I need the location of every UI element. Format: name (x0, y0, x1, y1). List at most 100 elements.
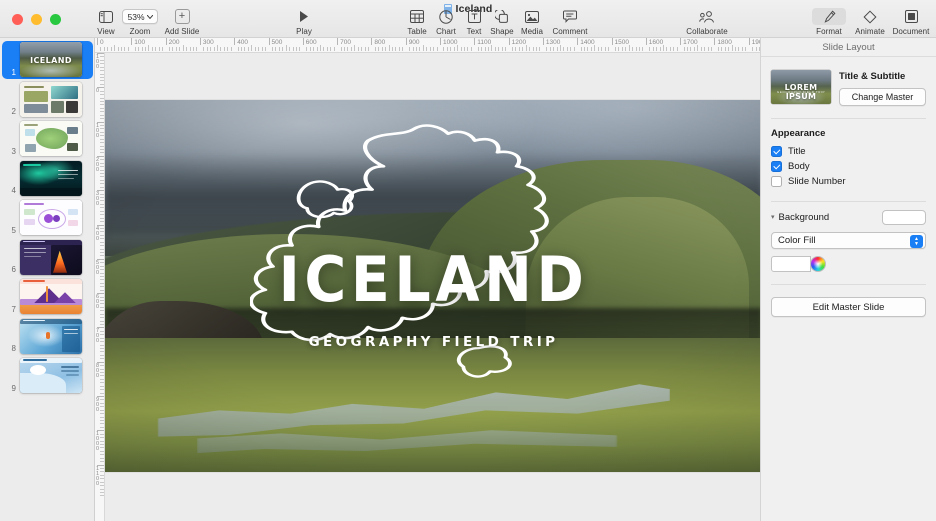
ruler-subtick (745, 47, 747, 51)
slide-thumbnail-image[interactable] (20, 200, 82, 236)
ruler-subtick (210, 47, 212, 51)
vertical-ruler[interactable]: 1 0 001 0 02 0 03 0 04 0 05 0 06 0 07 0 … (95, 53, 105, 521)
ruler-subtick (100, 330, 104, 332)
change-master-button[interactable]: Change Master (839, 88, 926, 106)
slide-thumbnail-8[interactable]: 8 (0, 317, 94, 357)
horizontal-ruler[interactable]: 0 100 200 300 400 500 600 700 800 900 1000 1100 1200… (95, 38, 760, 53)
ruler-subtick (556, 47, 558, 51)
ruler-subtick (429, 47, 431, 51)
ruler-subtick (566, 47, 568, 51)
appearance-option-body[interactable]: Body (761, 159, 936, 174)
ruler-subtick (213, 47, 215, 51)
slide-number-checkbox[interactable] (771, 176, 782, 187)
slide-thumbnail-4[interactable]: 4 (0, 159, 94, 199)
slide-thumbnail-2[interactable]: 2 (0, 80, 94, 120)
ruler-subtick (100, 221, 104, 223)
toolbar-zoom-control[interactable]: 53% Zoom (118, 8, 162, 36)
ruler-subtick (710, 47, 712, 51)
ruler-subtick (100, 296, 104, 298)
ruler-subtick (97, 121, 104, 123)
slide-thumbnail-3[interactable]: 3 (0, 119, 94, 159)
slide-thumbnail-image[interactable]: ICELAND (20, 42, 82, 78)
toolbar-document-button[interactable]: Document (889, 8, 933, 36)
slide-number-label: 8 (11, 344, 16, 353)
ruler-subtick (100, 485, 104, 487)
slide-navigator[interactable]: 1 ICELAND 2 3 4 5 6 7 8 9 (0, 38, 95, 521)
slide-thumbnail-image[interactable] (20, 160, 82, 196)
ruler-subtick (100, 334, 104, 336)
slide-thumbnail-7[interactable]: 7 (0, 277, 94, 317)
ruler-subtick (97, 396, 104, 397)
ruler-subtick (361, 47, 363, 51)
slide-thumbnail-image[interactable] (20, 279, 82, 315)
ruler-subtick (100, 248, 104, 250)
edit-master-slide-button[interactable]: Edit Master Slide (771, 297, 926, 317)
ruler-subtick (244, 47, 246, 51)
ruler-subtick (100, 282, 104, 284)
ruler-subtick (295, 47, 297, 51)
background-fill-type-select[interactable]: Color Fill ▲ ▼ (771, 232, 926, 249)
slide-thumbnail-6[interactable]: 6 (0, 238, 94, 278)
appearance-option-title[interactable]: Title (761, 144, 936, 159)
ruler-subtick (100, 317, 104, 319)
zoom-pill[interactable]: 53% (122, 9, 158, 24)
ruler-subtick (333, 47, 335, 51)
slide-canvas[interactable]: ICELAND GEOGRAPHY FIELD TRIP (105, 53, 760, 521)
background-color-swatch[interactable] (771, 256, 811, 272)
slide-editor[interactable]: ICELAND GEOGRAPHY FIELD TRIP (105, 100, 760, 472)
ruler-subtick (237, 47, 239, 51)
ruler-subtick (704, 47, 706, 51)
title-checkbox[interactable] (771, 146, 782, 157)
slide-thumbnail-image[interactable] (20, 121, 82, 157)
ruler-subtick (100, 111, 104, 113)
appearance-option-slide-number[interactable]: Slide Number (761, 174, 936, 189)
ruler-subtick (100, 104, 104, 106)
slide-thumbnail-image[interactable] (20, 81, 82, 117)
ruler-subtick (738, 47, 740, 51)
body-checkbox[interactable] (771, 161, 782, 172)
slide-thumbnail-image[interactable] (20, 358, 82, 394)
toolbar-format-button[interactable]: Format (807, 8, 851, 36)
slide-title-text[interactable]: ICELAND (131, 248, 735, 311)
slide-thumbnail-5[interactable]: 5 (0, 198, 94, 238)
title-checkbox-label: Title (788, 146, 806, 157)
ruler-subtick (597, 47, 599, 51)
ruler-subtick (100, 251, 104, 253)
background-preview-swatch[interactable] (882, 210, 926, 225)
ruler-tick-label: 400 (237, 39, 249, 46)
ruler-subtick (100, 323, 104, 325)
slide-thumbnail-image[interactable] (20, 239, 82, 275)
background-section-label: Background (778, 212, 830, 223)
color-wheel-icon[interactable] (810, 256, 826, 272)
ruler-subtick (505, 47, 507, 51)
appearance-section-title: Appearance (771, 128, 826, 139)
ruler-subtick (100, 217, 104, 219)
ruler-subtick (100, 131, 104, 133)
ruler-subtick (580, 47, 582, 51)
ruler-subtick (100, 344, 104, 346)
ruler-subtick (100, 114, 104, 116)
toolbar-comment-button[interactable]: Comment (548, 8, 592, 36)
ruler-subtick (100, 433, 104, 435)
ruler-subtick (100, 378, 104, 380)
ruler-subtick (560, 45, 562, 51)
ruler-subtick (721, 47, 723, 51)
ruler-subtick (124, 47, 126, 51)
background-section-header[interactable]: ▾ Background (761, 202, 936, 225)
ruler-subtick (306, 47, 308, 51)
ruler-subtick (525, 45, 527, 51)
ruler-subtick (97, 361, 104, 363)
master-slide-thumbnail[interactable]: LOREM IPSUM GEOGRAPHY FIELD TRIP (771, 70, 831, 104)
ruler-subtick (625, 47, 627, 51)
chevron-down-icon[interactable]: ▾ (771, 213, 775, 221)
slide-thumbnail-image[interactable] (20, 318, 82, 354)
toolbar-animate-button[interactable]: Animate (848, 8, 892, 36)
toolbar-add-slide-button[interactable]: + Add Slide (160, 8, 204, 36)
ruler-subtick (230, 47, 232, 51)
comment-icon (548, 8, 592, 25)
toolbar-play-button[interactable]: Play (282, 8, 326, 36)
slide-thumbnail-9[interactable]: 9 (0, 356, 94, 396)
slide-thumbnail-1[interactable]: 1 ICELAND (0, 40, 94, 80)
slide-subtitle-text[interactable]: GEOGRAPHY FIELD TRIP (105, 334, 760, 350)
toolbar-collaborate-button[interactable]: Collaborate (677, 8, 737, 36)
